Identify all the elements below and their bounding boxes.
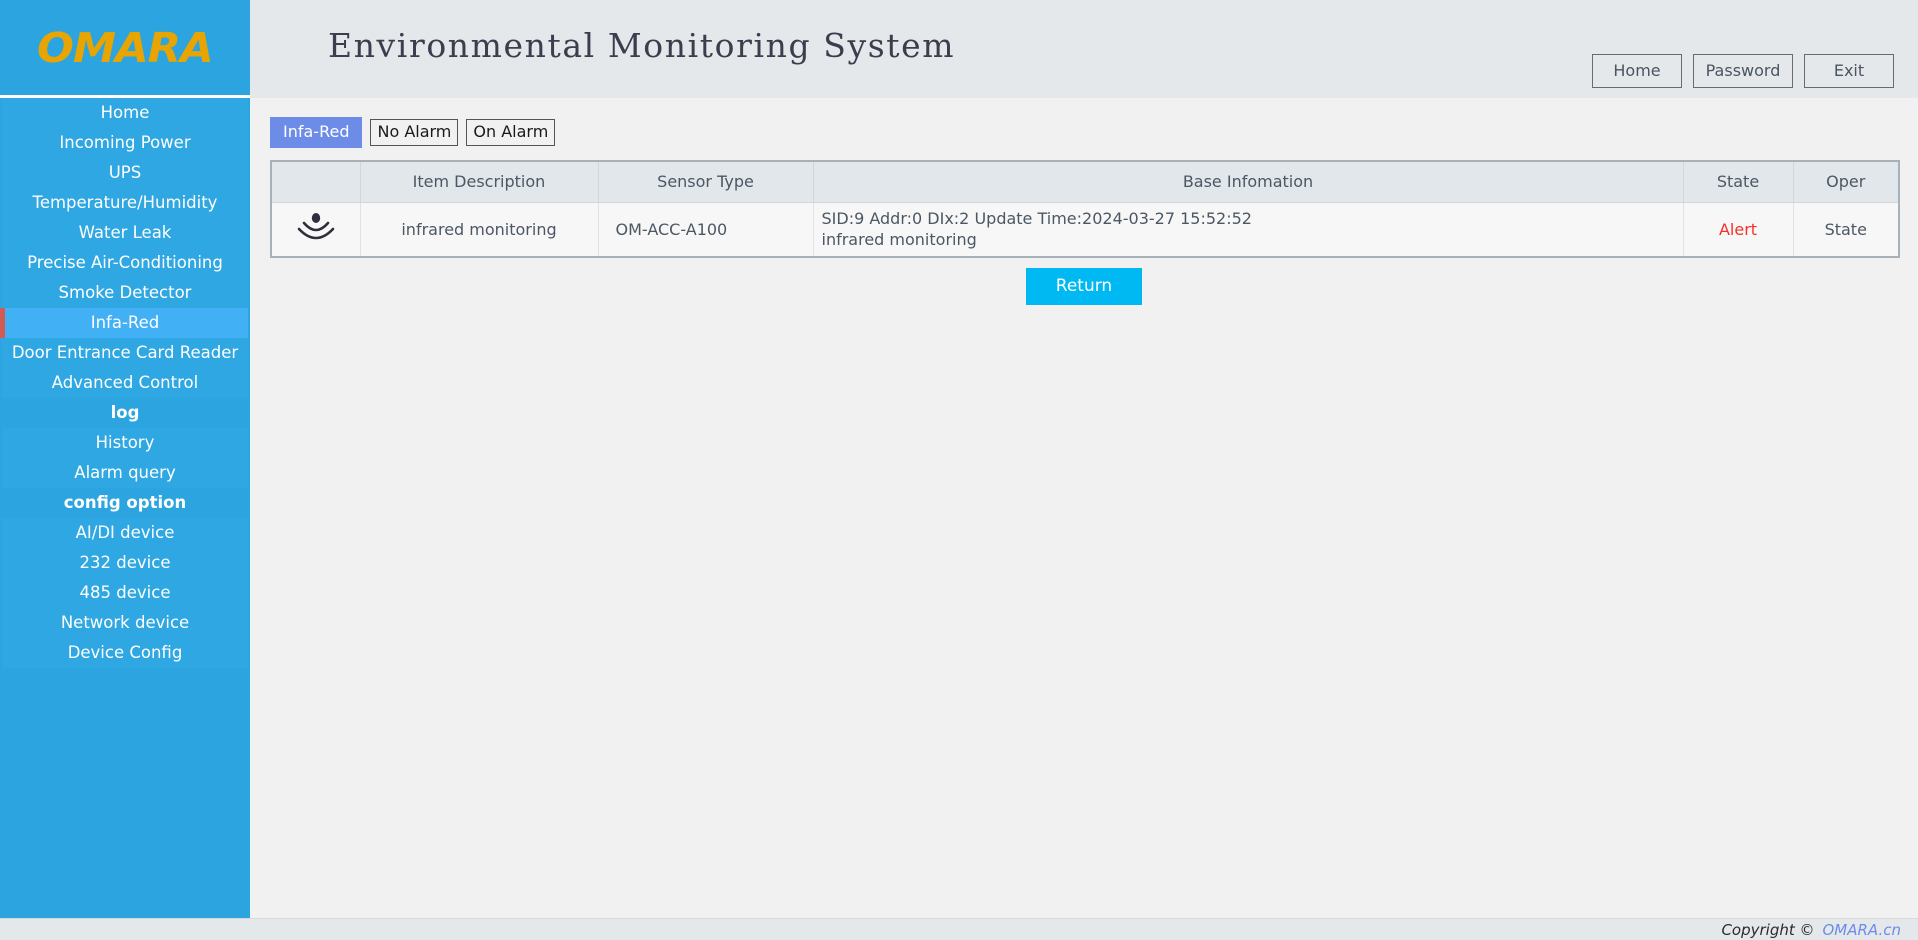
tab-on-alarm[interactable]: On Alarm bbox=[466, 119, 555, 146]
sidebar-item-water-leak[interactable]: Water Leak bbox=[2, 218, 248, 248]
header-password-button[interactable]: Password bbox=[1693, 54, 1793, 88]
sidebar-item-485-device[interactable]: 485 device bbox=[2, 578, 248, 608]
sidebar: OMARA HomeIncoming PowerUPSTemperature/H… bbox=[0, 0, 250, 918]
sidebar-item-temperature-humidity[interactable]: Temperature/Humidity bbox=[2, 188, 248, 218]
sidebar-item-ai-di-device[interactable]: AI/DI device bbox=[2, 518, 248, 548]
sidebar-item-smoke-detector[interactable]: Smoke Detector bbox=[2, 278, 248, 308]
sidebar-group: HomeIncoming PowerUPSTemperature/Humidit… bbox=[2, 98, 248, 398]
footer-content: Copyright © OMARA.cn bbox=[1721, 921, 1901, 939]
device-table-container: Item Description Sensor Type Base Infoma… bbox=[270, 160, 1900, 258]
sidebar-group: AI/DI device232 device485 deviceNetwork … bbox=[2, 518, 248, 668]
tab-no-alarm[interactable]: No Alarm bbox=[370, 119, 458, 146]
row-icon-cell bbox=[272, 202, 360, 256]
sidebar-item-alarm-query[interactable]: Alarm query bbox=[2, 458, 248, 488]
sidebar-group-header-config-option: config option bbox=[0, 488, 250, 518]
sidebar-group-header-log: log bbox=[0, 398, 250, 428]
column-header-icon bbox=[272, 162, 360, 202]
table-body: infrared monitoring OM-ACC-A100 SID:9 Ad… bbox=[272, 202, 1898, 256]
header-exit-button[interactable]: Exit bbox=[1804, 54, 1894, 88]
column-header-state: State bbox=[1683, 162, 1793, 202]
row-sensor-type: OM-ACC-A100 bbox=[598, 202, 813, 256]
tab-bar: Infa-Red No Alarm On Alarm bbox=[270, 117, 555, 148]
column-header-oper: Oper bbox=[1793, 162, 1898, 202]
sidebar-item-door-entrance-card-reader[interactable]: Door Entrance Card Reader bbox=[2, 338, 248, 368]
column-header-sensor-type: Sensor Type bbox=[598, 162, 813, 202]
sidebar-item-network-device[interactable]: Network device bbox=[2, 608, 248, 638]
header-home-button[interactable]: Home bbox=[1592, 54, 1682, 88]
sidebar-item-history[interactable]: History bbox=[2, 428, 248, 458]
sidebar-item-232-device[interactable]: 232 device bbox=[2, 548, 248, 578]
sidebar-item-home[interactable]: Home bbox=[2, 98, 248, 128]
page-title: Environmental Monitoring System bbox=[328, 26, 955, 65]
column-header-item-description: Item Description bbox=[360, 162, 598, 202]
sidebar-item-advanced-control[interactable]: Advanced Control bbox=[2, 368, 248, 398]
base-info-line-2: infrared monitoring bbox=[822, 230, 1683, 249]
sidebar-item-incoming-power[interactable]: Incoming Power bbox=[2, 128, 248, 158]
state-action-link[interactable]: State bbox=[1825, 220, 1867, 239]
logo-area: OMARA bbox=[0, 0, 250, 98]
omara-website-link[interactable]: OMARA.cn bbox=[1823, 921, 1902, 939]
row-state-cell: Alert bbox=[1683, 202, 1793, 256]
sidebar-item-device-config[interactable]: Device Config bbox=[2, 638, 248, 668]
status-badge[interactable]: Alert bbox=[1719, 220, 1757, 239]
tab-infa-red[interactable]: Infa-Red bbox=[270, 117, 362, 148]
sidebar-item-ups[interactable]: UPS bbox=[2, 158, 248, 188]
sidebar-item-precise-air-conditioning[interactable]: Precise Air-Conditioning bbox=[2, 248, 248, 278]
application-window: OMARA HomeIncoming PowerUPSTemperature/H… bbox=[0, 0, 1918, 940]
return-button-row: Return bbox=[250, 268, 1918, 305]
sidebar-item-infa-red[interactable]: Infa-Red bbox=[2, 308, 248, 338]
table-header-row: Item Description Sensor Type Base Infoma… bbox=[272, 162, 1898, 202]
sidebar-nav: HomeIncoming PowerUPSTemperature/Humidit… bbox=[0, 98, 250, 668]
infrared-sensor-icon bbox=[296, 211, 336, 243]
row-oper-cell: State bbox=[1793, 202, 1898, 256]
row-item-description: infrared monitoring bbox=[360, 202, 598, 256]
table-header: Item Description Sensor Type Base Infoma… bbox=[272, 162, 1898, 202]
header-bar: Environmental Monitoring System Home Pas… bbox=[250, 0, 1918, 98]
return-button[interactable]: Return bbox=[1026, 268, 1142, 305]
column-header-base-information: Base Infomation bbox=[813, 162, 1683, 202]
sidebar-group: HistoryAlarm query bbox=[2, 428, 248, 488]
copyright-text: Copyright © bbox=[1721, 921, 1814, 939]
main-content: Infa-Red No Alarm On Alarm Item Descript… bbox=[250, 98, 1918, 918]
table-row: infrared monitoring OM-ACC-A100 SID:9 Ad… bbox=[272, 202, 1898, 256]
row-base-information: SID:9 Addr:0 DIx:2 Update Time:2024-03-2… bbox=[813, 202, 1683, 256]
header-button-group: Home Password Exit bbox=[1592, 54, 1894, 88]
device-table: Item Description Sensor Type Base Infoma… bbox=[272, 162, 1898, 256]
base-info-line-1: SID:9 Addr:0 DIx:2 Update Time:2024-03-2… bbox=[822, 209, 1252, 228]
footer-bar: Copyright © OMARA.cn bbox=[0, 918, 1918, 940]
omara-logo: OMARA bbox=[37, 24, 213, 72]
